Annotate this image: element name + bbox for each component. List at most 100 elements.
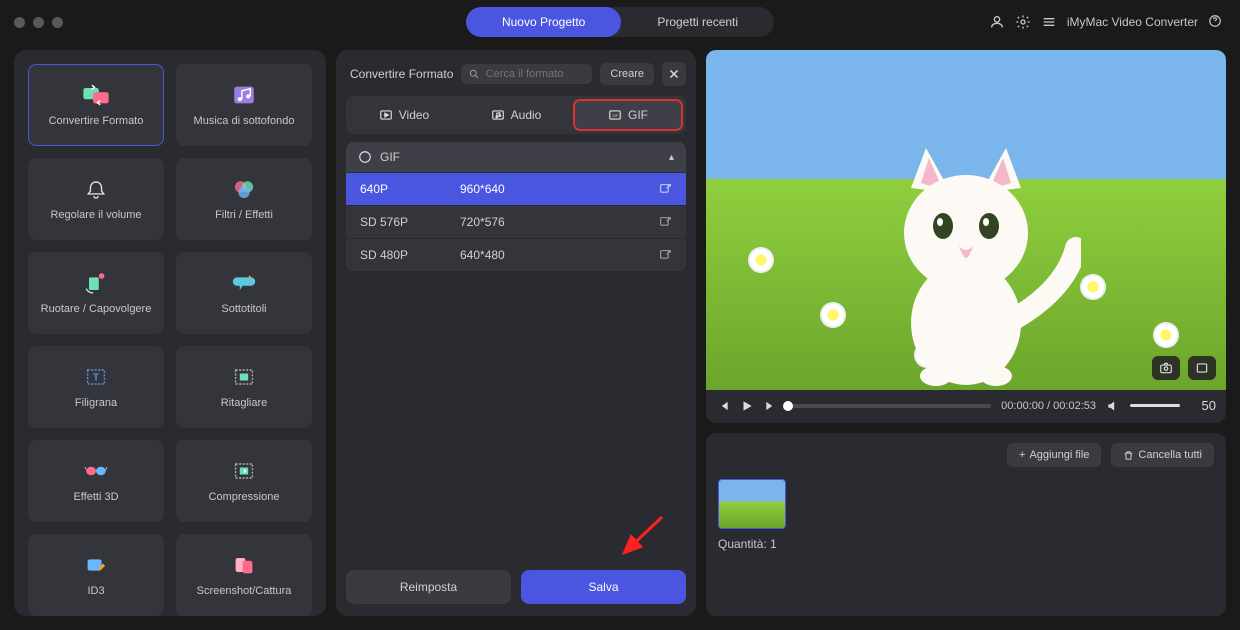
format-panel: Convertire Formato Creare Video Audio GI… bbox=[336, 50, 696, 616]
video-preview[interactable] bbox=[706, 50, 1226, 390]
bell-icon bbox=[82, 177, 110, 201]
format-tab-label: Audio bbox=[511, 108, 542, 122]
sidebar-item-label: Ruotare / Capovolgere bbox=[41, 303, 152, 315]
help-icon[interactable] bbox=[1208, 14, 1224, 30]
edit-icon[interactable] bbox=[659, 183, 672, 196]
format-quality: 640P bbox=[360, 182, 460, 196]
format-tab-label: Video bbox=[399, 108, 429, 122]
tab-recent-projects[interactable]: Progetti recenti bbox=[621, 7, 774, 37]
next-button[interactable] bbox=[764, 399, 778, 413]
camera-icon bbox=[1158, 361, 1174, 375]
format-resolution: 720*576 bbox=[460, 215, 659, 229]
minimize-dot[interactable] bbox=[33, 17, 44, 28]
prev-button[interactable] bbox=[716, 399, 730, 413]
sidebar-item-label: Regolare il volume bbox=[50, 209, 141, 221]
sidebar-item-3d-effects[interactable]: Effetti 3D bbox=[28, 440, 164, 522]
menu-icon[interactable] bbox=[1041, 14, 1057, 30]
sidebar-item-background-music[interactable]: Musica di sottofondo bbox=[176, 64, 312, 146]
play-button[interactable] bbox=[740, 399, 754, 413]
file-thumbnail[interactable] bbox=[718, 479, 786, 529]
crop-icon bbox=[230, 365, 258, 389]
format-quality: SD 576P bbox=[360, 215, 460, 229]
search-input[interactable] bbox=[486, 68, 585, 80]
sidebar-item-label: Filtri / Effetti bbox=[215, 209, 273, 221]
account-icon[interactable] bbox=[989, 14, 1005, 30]
tab-new-project[interactable]: Nuovo Progetto bbox=[466, 7, 621, 37]
sidebar-item-screenshot[interactable]: Screenshot/Cattura bbox=[176, 534, 312, 616]
seek-bar[interactable] bbox=[788, 404, 991, 408]
volume-slider[interactable] bbox=[1130, 404, 1180, 407]
time-display: 00:00:00 / 00:02:53 bbox=[1001, 400, 1096, 412]
tag-edit-icon bbox=[82, 553, 110, 577]
app-name: iMyMac Video Converter bbox=[1067, 15, 1198, 29]
edit-icon[interactable] bbox=[659, 249, 672, 262]
format-resolution: 640*480 bbox=[460, 248, 659, 262]
volume-button[interactable] bbox=[1106, 399, 1120, 413]
gif-group-icon bbox=[358, 150, 372, 164]
rotate-icon bbox=[82, 271, 110, 295]
create-button[interactable]: Creare bbox=[600, 63, 654, 85]
add-file-button[interactable]: +Aggiungi file bbox=[1007, 443, 1101, 467]
sidebar-item-label: Sottotitoli bbox=[221, 303, 266, 315]
close-dot[interactable] bbox=[14, 17, 25, 28]
compress-icon bbox=[230, 459, 258, 483]
format-quality: SD 480P bbox=[360, 248, 460, 262]
sidebar-item-subtitles[interactable]: Sottotitoli bbox=[176, 252, 312, 334]
reset-button[interactable]: Reimposta bbox=[346, 570, 511, 604]
format-resolution: 960*640 bbox=[460, 182, 659, 196]
format-row-480p[interactable]: SD 480P 640*480 bbox=[346, 239, 686, 272]
sidebar-item-label: Filigrana bbox=[75, 397, 117, 409]
save-button[interactable]: Salva bbox=[521, 570, 686, 604]
glasses-icon bbox=[82, 459, 110, 483]
settings-icon[interactable] bbox=[1015, 14, 1031, 30]
gif-icon: GIF bbox=[608, 108, 622, 122]
file-list-panel: +Aggiungi file Cancella tutti Quantità: … bbox=[706, 433, 1226, 616]
edit-icon[interactable] bbox=[659, 216, 672, 229]
group-header-gif[interactable]: GIF ▴ bbox=[346, 142, 686, 173]
maximize-dot[interactable] bbox=[52, 17, 63, 28]
window-controls[interactable] bbox=[14, 17, 63, 28]
chevron-up-icon: ▴ bbox=[669, 152, 674, 163]
sidebar-item-crop[interactable]: Ritagliare bbox=[176, 346, 312, 428]
format-tab-gif[interactable]: GIF GIF bbox=[574, 100, 682, 130]
fullscreen-button[interactable] bbox=[1188, 356, 1216, 380]
convert-icon bbox=[82, 83, 110, 107]
sidebar-item-rotate-flip[interactable]: Ruotare / Capovolgere bbox=[28, 252, 164, 334]
clear-all-button[interactable]: Cancella tutti bbox=[1111, 443, 1214, 467]
snapshot-button[interactable] bbox=[1152, 356, 1180, 380]
panel-title: Convertire Formato bbox=[346, 67, 453, 81]
music-film-icon bbox=[230, 83, 258, 107]
sidebar-item-adjust-volume[interactable]: Regolare il volume bbox=[28, 158, 164, 240]
tools-sidebar: Convertire Formato Musica di sottofondo … bbox=[14, 50, 326, 616]
sidebar-item-label: Screenshot/Cattura bbox=[197, 585, 292, 597]
sidebar-item-convert-format[interactable]: Convertire Formato bbox=[28, 64, 164, 146]
group-name: GIF bbox=[380, 150, 400, 164]
quantity-label: Quantità: 1 bbox=[718, 537, 1214, 551]
sidebar-item-filters-effects[interactable]: Filtri / Effetti bbox=[176, 158, 312, 240]
preview-panel: 00:00:00 / 00:02:53 50 bbox=[706, 50, 1226, 423]
format-tab-video[interactable]: Video bbox=[350, 100, 458, 130]
svg-text:T: T bbox=[93, 373, 99, 384]
preview-image bbox=[851, 138, 1081, 388]
trash-icon bbox=[1123, 450, 1134, 461]
format-row-640p[interactable]: 640P 960*640 bbox=[346, 173, 686, 206]
search-icon bbox=[469, 68, 479, 80]
sidebar-item-label: ID3 bbox=[87, 585, 104, 597]
volume-value: 50 bbox=[1190, 398, 1216, 413]
audio-icon bbox=[491, 108, 505, 122]
filters-icon bbox=[230, 177, 258, 201]
video-icon bbox=[379, 108, 393, 122]
subtitle-icon bbox=[230, 271, 258, 295]
sidebar-item-watermark[interactable]: T Filigrana bbox=[28, 346, 164, 428]
sidebar-item-id3[interactable]: ID3 bbox=[28, 534, 164, 616]
search-input-wrap[interactable] bbox=[461, 64, 592, 84]
plus-icon: + bbox=[1019, 449, 1025, 461]
close-panel-button[interactable] bbox=[662, 62, 686, 86]
sidebar-item-compression[interactable]: Compressione bbox=[176, 440, 312, 522]
sidebar-item-label: Effetti 3D bbox=[73, 491, 118, 503]
format-row-576p[interactable]: SD 576P 720*576 bbox=[346, 206, 686, 239]
format-tab-label: GIF bbox=[628, 108, 648, 122]
sidebar-item-label: Musica di sottofondo bbox=[194, 115, 295, 127]
format-tab-audio[interactable]: Audio bbox=[462, 100, 570, 130]
sidebar-item-label: Compressione bbox=[209, 491, 280, 503]
